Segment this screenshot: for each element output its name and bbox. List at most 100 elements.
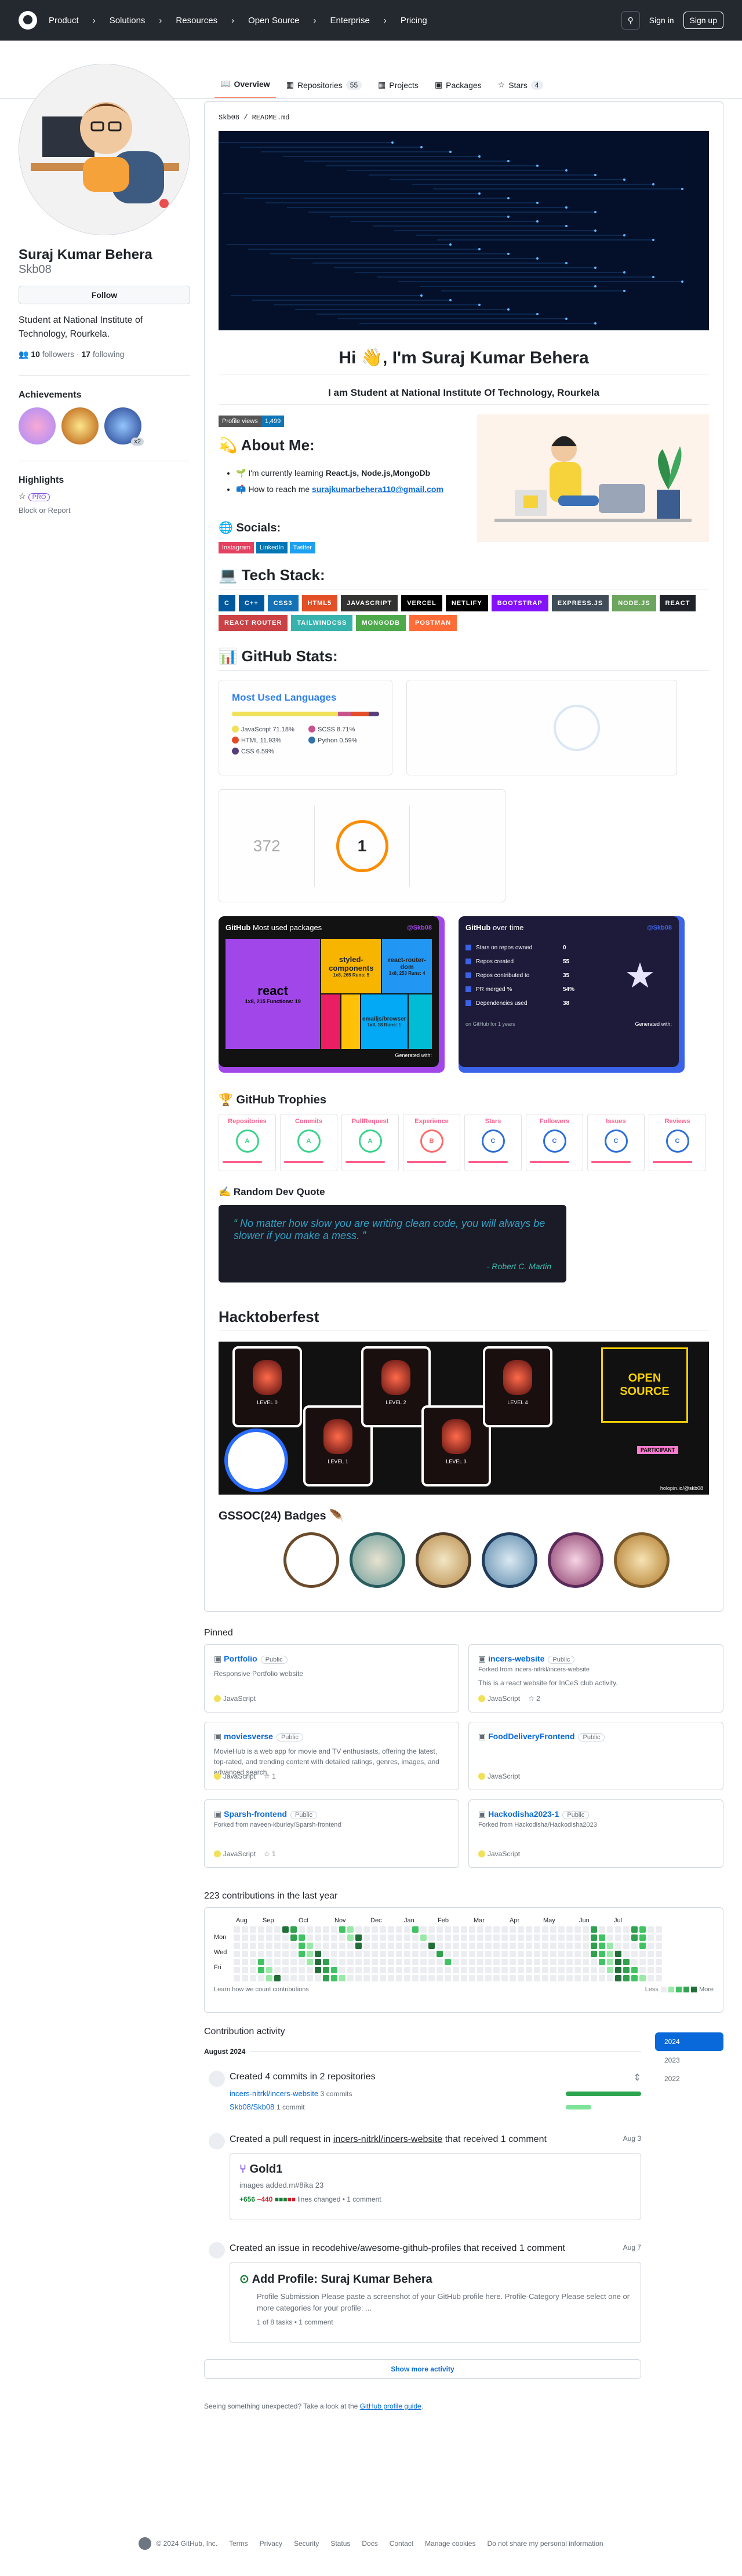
contribution-cell[interactable] [372, 1926, 378, 1933]
contribution-cell[interactable] [534, 1975, 540, 1981]
commit-repo-link[interactable]: Skb08/Skb08 [230, 2103, 274, 2111]
contribution-cell[interactable] [242, 1975, 248, 1981]
sign-up-button[interactable]: Sign up [683, 12, 723, 29]
contribution-cell[interactable] [428, 1975, 435, 1981]
contribution-cell[interactable] [615, 1975, 621, 1981]
achievement-pull-shark-badge[interactable] [61, 407, 99, 444]
contribution-cell[interactable] [453, 1943, 459, 1949]
contribution-cell[interactable] [461, 1967, 467, 1973]
contribution-cell[interactable] [339, 1926, 345, 1933]
contribution-cell[interactable] [412, 1951, 419, 1957]
contribution-cell[interactable] [656, 1975, 662, 1981]
contribution-cell[interactable] [631, 1959, 638, 1965]
nav-open-source[interactable]: Open Source [248, 16, 299, 25]
contribution-cell[interactable] [315, 1951, 321, 1957]
contribution-cell[interactable] [591, 1959, 597, 1965]
contribution-cell[interactable] [493, 1967, 500, 1973]
followers-count[interactable]: 10 [31, 349, 40, 359]
contribution-cell[interactable] [656, 1943, 662, 1949]
contribution-cell[interactable] [558, 1975, 565, 1981]
contribution-cell[interactable] [583, 1943, 589, 1949]
contribution-cell[interactable] [477, 1975, 483, 1981]
contribution-cell[interactable] [510, 1959, 516, 1965]
contribution-cell[interactable] [420, 1943, 427, 1949]
contribution-cell[interactable] [404, 1959, 410, 1965]
pinned-repo-link[interactable]: moviesverse [224, 1732, 273, 1741]
contribution-cell[interactable] [591, 1926, 597, 1933]
contribution-cell[interactable] [290, 1975, 297, 1981]
contribution-cell[interactable] [315, 1959, 321, 1965]
contribution-cell[interactable] [299, 1975, 305, 1981]
contribution-cell[interactable] [234, 1959, 240, 1965]
github-footer-logo-icon[interactable] [139, 2537, 152, 2550]
contribution-cell[interactable] [396, 1943, 402, 1949]
contribution-cell[interactable] [566, 1943, 573, 1949]
footer-link[interactable]: Security [294, 2539, 319, 2548]
contribution-cell[interactable] [331, 1951, 337, 1957]
contribution-cell[interactable] [266, 1967, 272, 1973]
contribution-cell[interactable] [290, 1943, 297, 1949]
contribution-cell[interactable] [493, 1951, 500, 1957]
contribution-cell[interactable] [534, 1943, 540, 1949]
contribution-cell[interactable] [566, 1951, 573, 1957]
contribution-cell[interactable] [372, 1943, 378, 1949]
contribution-cell[interactable] [501, 1926, 508, 1933]
contribution-cell[interactable] [623, 1934, 630, 1941]
contribution-cell[interactable] [477, 1951, 483, 1957]
contribution-cell[interactable] [282, 1975, 289, 1981]
achievement-yolo-badge[interactable] [19, 407, 56, 444]
nav-enterprise[interactable]: Enterprise [330, 16, 370, 25]
contribution-cell[interactable] [518, 1967, 524, 1973]
contribution-cell[interactable] [510, 1943, 516, 1949]
pr-title[interactable]: Gold1 [250, 2163, 283, 2176]
contribution-cell[interactable] [428, 1951, 435, 1957]
contribution-cell[interactable] [445, 1975, 451, 1981]
contribution-cell[interactable] [526, 1951, 532, 1957]
nav-product[interactable]: Product [49, 16, 79, 25]
contribution-cell[interactable] [534, 1967, 540, 1973]
contribution-cell[interactable] [542, 1951, 548, 1957]
contribution-cell[interactable] [656, 1967, 662, 1973]
contribution-cell[interactable] [623, 1975, 630, 1981]
contribution-cell[interactable] [274, 1951, 281, 1957]
contribution-cell[interactable] [477, 1959, 483, 1965]
contribution-cell[interactable] [485, 1975, 492, 1981]
pinned-repo-link[interactable]: incers-website [488, 1654, 544, 1663]
contribution-cell[interactable] [574, 1975, 581, 1981]
tab-overview[interactable]: 📖 Overview [214, 79, 276, 98]
contribution-cell[interactable] [274, 1934, 281, 1941]
stargazers-link[interactable]: ☆ 1 [264, 1772, 276, 1780]
contribution-cell[interactable] [396, 1959, 402, 1965]
contribution-cell[interactable] [388, 1959, 394, 1965]
contribution-cell[interactable] [258, 1943, 264, 1949]
contribution-cell[interactable] [518, 1943, 524, 1949]
contribution-cell[interactable] [534, 1934, 540, 1941]
contribution-cell[interactable] [299, 1926, 305, 1933]
contribution-cell[interactable] [388, 1951, 394, 1957]
contribution-cell[interactable] [599, 1975, 605, 1981]
show-more-activity-button[interactable]: Show more activity [204, 2359, 641, 2379]
contribution-cell[interactable] [583, 1934, 589, 1941]
contribution-cell[interactable] [591, 1943, 597, 1949]
contribution-cell[interactable] [258, 1951, 264, 1957]
contribution-cell[interactable] [656, 1934, 662, 1941]
contribution-cell[interactable] [355, 1975, 362, 1981]
contribution-cell[interactable] [250, 1975, 256, 1981]
contribution-cell[interactable] [566, 1926, 573, 1933]
contribution-cell[interactable] [550, 1967, 556, 1973]
contribution-cell[interactable] [234, 1934, 240, 1941]
contribution-cell[interactable] [485, 1959, 492, 1965]
contribution-cell[interactable] [234, 1967, 240, 1973]
contribution-cell[interactable] [493, 1926, 500, 1933]
contribution-cell[interactable] [445, 1934, 451, 1941]
contribution-cell[interactable] [501, 1934, 508, 1941]
contribution-cell[interactable] [469, 1975, 475, 1981]
pinned-repo-link[interactable]: Sparsh-frontend [224, 1809, 287, 1819]
contribution-cell[interactable] [623, 1967, 630, 1973]
contribution-cell[interactable] [566, 1967, 573, 1973]
email-link[interactable]: surajkumarbehera110@gmail.com [312, 484, 443, 494]
contribution-cell[interactable] [558, 1967, 565, 1973]
contribution-cell[interactable] [558, 1934, 565, 1941]
contribution-cell[interactable] [631, 1934, 638, 1941]
contribution-cell[interactable] [412, 1967, 419, 1973]
